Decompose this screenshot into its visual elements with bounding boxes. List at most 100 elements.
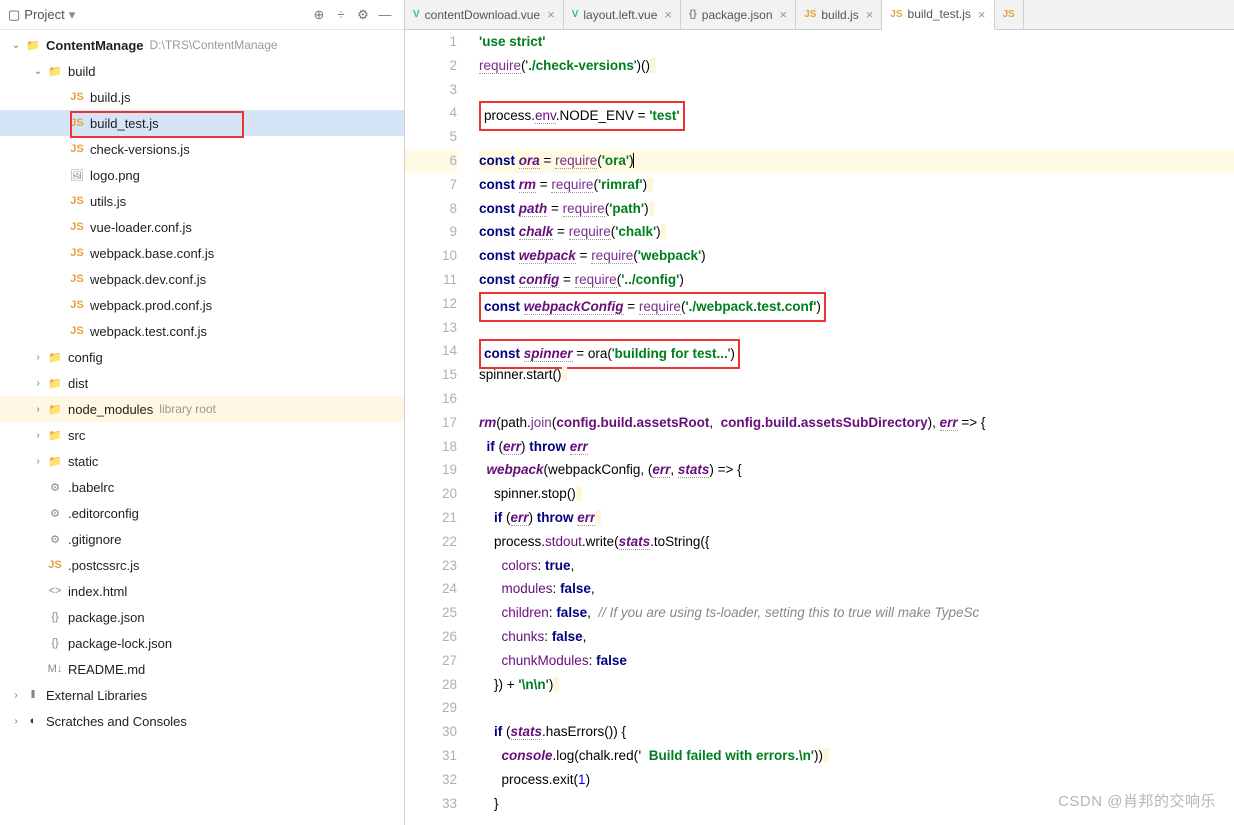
tree-label: build	[68, 64, 95, 79]
json-icon: {}	[46, 611, 64, 623]
tree-item-webpack.base.conf.js[interactable]: JS webpack.base.conf.js	[0, 240, 404, 266]
gear-icon[interactable]: ⚙	[352, 4, 374, 26]
tree-label: ContentManage	[46, 38, 144, 53]
close-icon[interactable]: ×	[866, 7, 874, 22]
tree-label: package.json	[68, 610, 145, 625]
tree-label: check-versions.js	[90, 142, 190, 157]
cfg-icon: ⚙	[46, 533, 64, 546]
tree-label: dist	[68, 376, 88, 391]
tree-item-node_modules[interactable]: ›📁node_moduleslibrary root	[0, 396, 404, 422]
tree-label: logo.png	[90, 168, 140, 183]
tree-item-check-versions.js[interactable]: JScheck-versions.js	[0, 136, 404, 162]
scratches-consoles[interactable]: ›◐Scratches and Consoles	[0, 708, 404, 734]
close-icon[interactable]: ×	[780, 7, 788, 22]
external-libraries[interactable]: ›‖External Libraries	[0, 682, 404, 708]
watermark: CSDN @肖邦的交响乐	[1058, 790, 1216, 811]
tree-item-utils.js[interactable]: JS utils.js	[0, 188, 404, 214]
tree-label: vue-loader.conf.js	[90, 220, 192, 235]
tree-item-build[interactable]: ⌄📁build	[0, 58, 404, 84]
json-icon: {}	[46, 637, 64, 649]
tab-build.js[interactable]: JSbuild.js×	[796, 0, 882, 29]
tree-item-vue-loader.conf.js[interactable]: JS vue-loader.conf.js	[0, 214, 404, 240]
tree-item-package-lock.json[interactable]: {} package-lock.json	[0, 630, 404, 656]
tree-hint: library root	[159, 402, 216, 416]
locate-icon[interactable]: ⊕	[308, 4, 330, 26]
tree-label: README.md	[68, 662, 145, 677]
cfg-icon: ⚙	[46, 507, 64, 520]
tree-item-webpack.prod.conf.js[interactable]: JS webpack.prod.conf.js	[0, 292, 404, 318]
tree-label: webpack.test.conf.js	[90, 324, 207, 339]
tab-overflow[interactable]: JS	[995, 0, 1024, 29]
tree-item-webpack.dev.conf.js[interactable]: JSwebpack.dev.conf.js	[0, 266, 404, 292]
tree-item-webpack.test.conf.js[interactable]: JS webpack.test.conf.js	[0, 318, 404, 344]
tree-label: build.js	[90, 90, 130, 105]
tree-label: index.html	[68, 584, 127, 599]
tree-item-index.html[interactable]: <>index.html	[0, 578, 404, 604]
gutter: 1234567891011121314151617181920212223242…	[405, 30, 475, 825]
tree-label: static	[68, 454, 98, 469]
tab-package.json[interactable]: {}package.json×	[681, 0, 796, 29]
tree-label: utils.js	[90, 194, 126, 209]
js-icon: JS	[68, 221, 86, 233]
tree-label: .babelrc	[68, 480, 114, 495]
tree-item-.postcssrc.js[interactable]: JS.postcssrc.js	[0, 552, 404, 578]
tree-label: .gitignore	[68, 532, 121, 547]
close-icon[interactable]: ×	[664, 7, 672, 22]
folder-icon: 📁	[46, 455, 64, 468]
tree-item-.gitignore[interactable]: ⚙ .gitignore	[0, 526, 404, 552]
chevron-icon[interactable]: ⌄	[30, 66, 46, 77]
chevron-icon[interactable]: ›	[30, 378, 46, 389]
tree-item-build.js[interactable]: JS build.js	[0, 84, 404, 110]
tree-item-dist[interactable]: ›📁 dist	[0, 370, 404, 396]
js-icon: JS	[68, 91, 86, 103]
tab-build_test.js[interactable]: JSbuild_test.js×	[882, 0, 994, 30]
folder-icon: 📁	[46, 377, 64, 390]
dropdown-icon[interactable]: ▾	[69, 7, 76, 23]
project-tree[interactable]: ⌄📁ContentManageD:\TRS\ContentManage⌄📁bui…	[0, 30, 404, 825]
tree-label: build_test.js	[90, 116, 159, 131]
folder-icon: 📁	[46, 429, 64, 442]
tree-item-build_test.js[interactable]: JS build_test.js	[0, 110, 404, 136]
tree-label: package-lock.json	[68, 636, 172, 651]
tree-item-README.md[interactable]: M↓README.md	[0, 656, 404, 682]
cfg-icon: ⚙	[46, 481, 64, 494]
project-icon: ▢	[8, 7, 20, 23]
tree-item-package.json[interactable]: {} package.json	[0, 604, 404, 630]
tree-item-logo.png[interactable]: 🖼logo.png	[0, 162, 404, 188]
project-header: ▢ Project ▾ ⊕ ÷ ⚙ —	[0, 0, 404, 30]
folder-root-icon: 📁	[24, 39, 42, 52]
hide-icon[interactable]: —	[374, 4, 396, 26]
tree-label: webpack.base.conf.js	[90, 246, 214, 261]
code-area[interactable]: 1234567891011121314151617181920212223242…	[405, 30, 1234, 825]
js-icon: JS	[68, 247, 86, 259]
js-icon: JS	[68, 325, 86, 337]
tree-item-static[interactable]: ›📁 static	[0, 448, 404, 474]
chevron-icon[interactable]: ›	[30, 430, 46, 441]
tab-contentDownload.vue[interactable]: VcontentDownload.vue×	[405, 0, 564, 29]
chevron-icon[interactable]: ⌄	[8, 40, 24, 51]
tree-item-.babelrc[interactable]: ⚙ .babelrc	[0, 474, 404, 500]
tree-item-.editorconfig[interactable]: ⚙.editorconfig	[0, 500, 404, 526]
tree-label: webpack.dev.conf.js	[90, 272, 206, 287]
close-icon[interactable]: ×	[547, 7, 555, 22]
js-icon: JS	[68, 117, 86, 129]
editor-area: VcontentDownload.vue×Vlayout.left.vue×{}…	[405, 0, 1234, 825]
chevron-icon[interactable]: ›	[30, 404, 46, 415]
tree-label: src	[68, 428, 85, 443]
close-icon[interactable]: ×	[978, 7, 986, 22]
tree-label: webpack.prod.conf.js	[90, 298, 212, 313]
js-icon: JS	[68, 195, 86, 207]
code[interactable]: 'use strict'require('./check-versions')(…	[475, 30, 1234, 825]
tab-layout.left.vue[interactable]: Vlayout.left.vue×	[564, 0, 681, 29]
tree-item-config[interactable]: ›📁config	[0, 344, 404, 370]
tree-label: node_modules	[68, 402, 153, 417]
editor-tabs[interactable]: VcontentDownload.vue×Vlayout.left.vue×{}…	[405, 0, 1234, 30]
chevron-icon[interactable]: ›	[30, 352, 46, 363]
tree-item-src[interactable]: ›📁 src	[0, 422, 404, 448]
tree-item-ContentManage[interactable]: ⌄📁ContentManageD:\TRS\ContentManage	[0, 32, 404, 58]
project-label[interactable]: Project	[24, 7, 64, 22]
chevron-icon[interactable]: ›	[30, 456, 46, 467]
js-icon: JS	[68, 299, 86, 311]
js-icon: JS	[46, 559, 64, 571]
expand-icon[interactable]: ÷	[330, 4, 352, 26]
